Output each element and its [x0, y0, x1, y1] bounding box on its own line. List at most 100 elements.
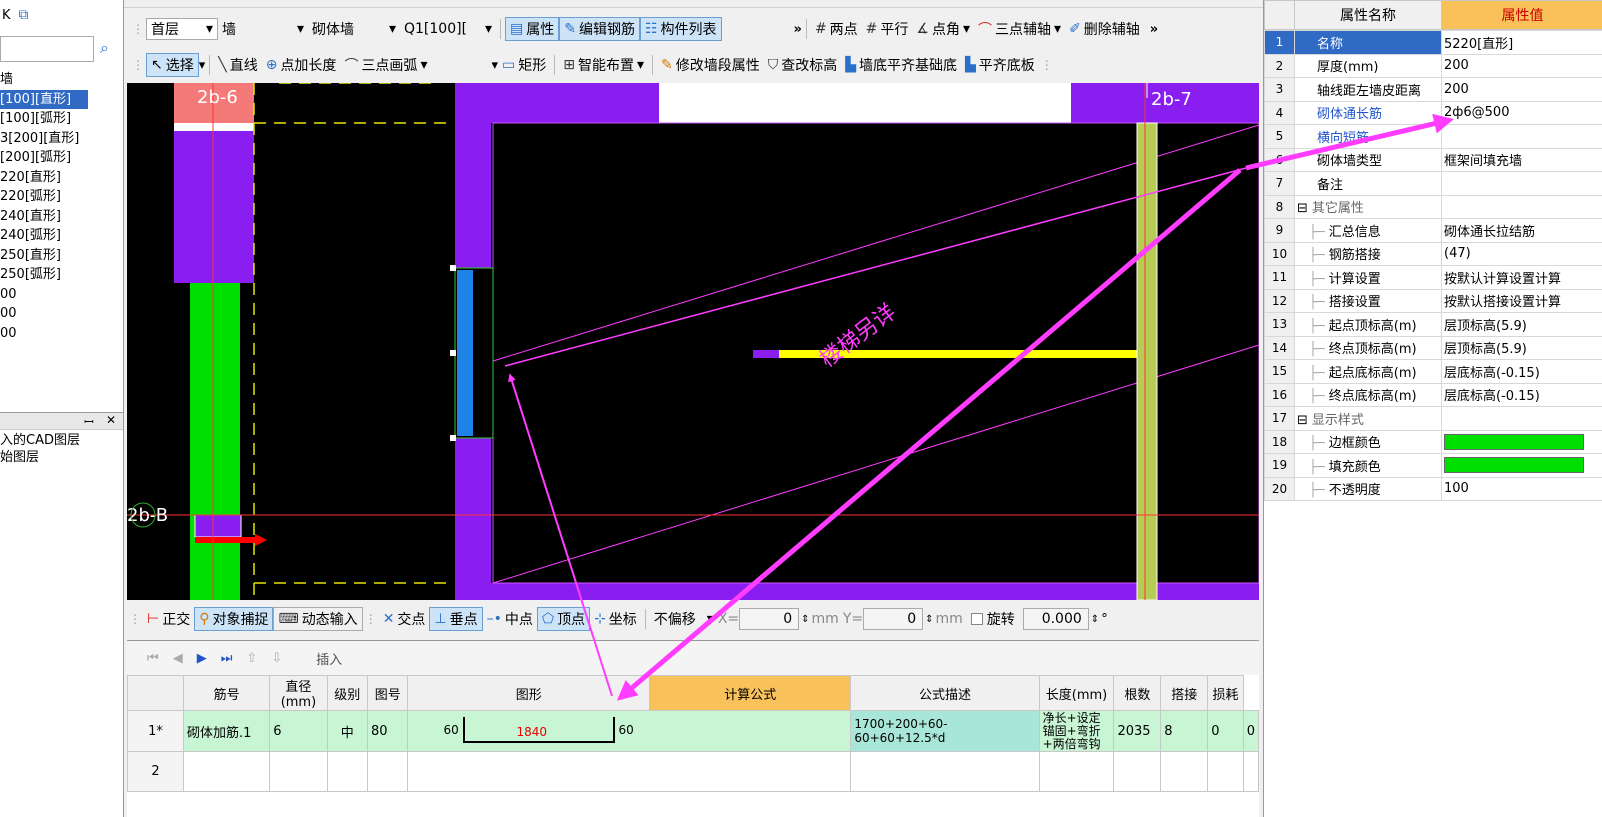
- selected-wall-segment[interactable]: [457, 270, 473, 436]
- property-row[interactable]: 3 轴线距左墙皮距离 200: [1264, 77, 1602, 102]
- formula-desc-cell[interactable]: 净长+设定锚固+弯折+两倍弯钩: [1038, 710, 1115, 752]
- empty-cell[interactable]: [1038, 751, 1115, 792]
- property-value[interactable]: 砌体通长拉结筋: [1441, 218, 1602, 243]
- point-angle-axis-button[interactable]: ∡ 点角 ▾: [912, 17, 974, 41]
- vertex-snap-button[interactable]: ⬠ 顶点: [536, 607, 591, 631]
- empty-cell[interactable]: [182, 751, 271, 792]
- collapse-icon[interactable]: ⊟: [1297, 413, 1308, 428]
- ortho-button[interactable]: ⊢ 正交: [143, 607, 194, 631]
- tree-item[interactable]: 220[直形]: [0, 168, 123, 188]
- delete-axis-button[interactable]: ✐ 删除辅轴: [1065, 17, 1144, 41]
- col-header[interactable]: 搭接: [1160, 675, 1209, 711]
- empty-cell[interactable]: [1113, 751, 1162, 792]
- rebar-name-cell[interactable]: 砌体加筋.1: [182, 710, 271, 752]
- offset-mode-select[interactable]: 不偏移 ▾: [650, 607, 718, 631]
- property-row[interactable]: 6 砌体墙类型 框架间填充墙: [1264, 147, 1602, 172]
- formula-cell[interactable]: 1700+200+60-60+60+12.5*d: [850, 710, 1040, 752]
- copy-icon[interactable]: ⧉: [19, 7, 29, 23]
- layer-item[interactable]: 入的CAD图层: [0, 432, 123, 449]
- property-row[interactable]: 13 ├─ 起点顶标高(m) 层顶标高(5.9): [1264, 312, 1602, 337]
- property-row[interactable]: 10 ├─ 钢筋搭接 (47): [1264, 241, 1602, 266]
- component-list-button[interactable]: ☷ 构件列表: [639, 17, 722, 41]
- figure-number-cell[interactable]: 80: [366, 710, 409, 752]
- grip-point[interactable]: [450, 350, 456, 356]
- empty-cell[interactable]: [269, 751, 328, 792]
- property-value[interactable]: [1441, 194, 1602, 219]
- chevron-down-icon[interactable]: ▾: [199, 58, 206, 73]
- empty-cell[interactable]: [407, 751, 852, 792]
- property-value[interactable]: 200: [1441, 77, 1602, 102]
- tree-item[interactable]: 墙: [0, 70, 123, 90]
- wall-purple-top-left[interactable]: [455, 83, 659, 123]
- spinner-icon[interactable]: ⇕: [925, 614, 933, 625]
- search-icon[interactable]: ⌕: [100, 38, 109, 58]
- empty-cell[interactable]: [1242, 751, 1260, 792]
- parallel-axis-button[interactable]: # 平行: [862, 17, 913, 41]
- property-value[interactable]: 层底标高(-0.15): [1441, 382, 1602, 407]
- intersection-snap-button[interactable]: ✕ 交点: [379, 607, 430, 631]
- x-coordinate-input[interactable]: 0: [739, 608, 800, 630]
- property-row[interactable]: 7 备注: [1264, 171, 1602, 196]
- modify-segment-button[interactable]: ✎ 修改墙段属性: [657, 53, 764, 77]
- color-swatch[interactable]: [1444, 457, 1584, 474]
- property-value[interactable]: 200: [1441, 53, 1602, 78]
- col-header[interactable]: 图形: [407, 675, 651, 711]
- property-row[interactable]: 11 ├─ 计算设置 按默认计算设置计算: [1264, 265, 1602, 290]
- property-value[interactable]: 层顶标高(5.9): [1441, 312, 1602, 337]
- point-length-button[interactable]: ⊕ 点加长度: [262, 53, 341, 77]
- property-row[interactable]: 2 厚度(mm) 200: [1264, 53, 1602, 78]
- component-search-input[interactable]: [0, 36, 94, 62]
- pin-icon[interactable]: ꟷ: [84, 413, 94, 430]
- line-button[interactable]: ╲ 直线: [214, 53, 261, 77]
- toolbar-overflow-icon[interactable]: »: [794, 22, 802, 37]
- left-toolbar-label[interactable]: K: [2, 8, 11, 23]
- property-value[interactable]: 层底标高(-0.15): [1441, 359, 1602, 384]
- grade-cell[interactable]: 中: [326, 710, 368, 752]
- insert-button[interactable]: 插入: [316, 649, 342, 668]
- lap-cell[interactable]: 0: [1207, 710, 1244, 752]
- tree-item[interactable]: 250[弧形]: [0, 265, 123, 285]
- property-row[interactable]: 9 ├─ 汇总信息 砌体通长拉结筋: [1264, 218, 1602, 243]
- grip-point[interactable]: [450, 435, 456, 441]
- properties-button[interactable]: ▤ 属性: [505, 17, 560, 41]
- dynamic-input-button[interactable]: ⌨ 动态输入: [273, 607, 363, 631]
- three-point-arc-button[interactable]: ⌒ 三点画弧 ▾: [340, 53, 431, 77]
- object-snap-button[interactable]: ⚲ 对象捕捉: [194, 607, 274, 631]
- tree-item[interactable]: [200][弧形]: [0, 148, 123, 168]
- tree-item[interactable]: 00: [0, 285, 123, 305]
- property-value[interactable]: 2ф6@500: [1441, 100, 1602, 125]
- tree-item[interactable]: 3[200][直形]: [0, 129, 123, 149]
- property-row[interactable]: 19 ├─ 填充颜色: [1264, 453, 1602, 478]
- shape-cell[interactable]: 60 1840 60: [407, 710, 852, 752]
- tree-item[interactable]: 240[弧形]: [0, 226, 123, 246]
- grip-point[interactable]: [450, 265, 456, 271]
- layer-item[interactable]: 始图层: [0, 449, 123, 466]
- property-value[interactable]: [1441, 124, 1602, 149]
- toolbar-overflow-icon[interactable]: »: [1150, 22, 1158, 37]
- col-header[interactable]: 长度(mm): [1038, 675, 1115, 711]
- empty-cell[interactable]: [366, 751, 409, 792]
- col-header[interactable]: 筋号: [182, 675, 271, 711]
- property-value[interactable]: 100: [1441, 476, 1602, 501]
- move-up-icon[interactable]: ⇧: [246, 651, 257, 666]
- col-header[interactable]: 公式描述: [850, 675, 1040, 711]
- collapse-icon[interactable]: ⊟: [1297, 201, 1308, 216]
- check-elevation-button[interactable]: ⛉ 查改标高: [764, 53, 842, 77]
- tree-item-selected[interactable]: [100][直形]: [0, 89, 88, 109]
- last-record-icon[interactable]: ⏭: [221, 651, 233, 666]
- property-value[interactable]: [1441, 453, 1602, 478]
- spinner-icon[interactable]: ⇕: [801, 614, 809, 625]
- empty-cell[interactable]: [326, 751, 368, 792]
- type-select[interactable]: 砌体墙 ▾: [308, 18, 400, 40]
- empty-cell[interactable]: [1160, 751, 1209, 792]
- property-row[interactable]: 20 ├─ 不透明度 100: [1264, 476, 1602, 501]
- property-value[interactable]: [1441, 429, 1602, 454]
- wall-green-right[interactable]: [1136, 122, 1158, 600]
- wall-white-top[interactable]: [659, 83, 1071, 123]
- property-value[interactable]: [1441, 406, 1602, 431]
- tree-item[interactable]: 00: [0, 304, 123, 324]
- diameter-cell[interactable]: 6: [269, 710, 328, 752]
- col-header[interactable]: 直径(mm): [269, 675, 328, 711]
- three-point-axis-button[interactable]: ⌒ 三点辅轴 ▾: [974, 17, 1065, 41]
- col-header-formula[interactable]: 计算公式: [649, 675, 852, 711]
